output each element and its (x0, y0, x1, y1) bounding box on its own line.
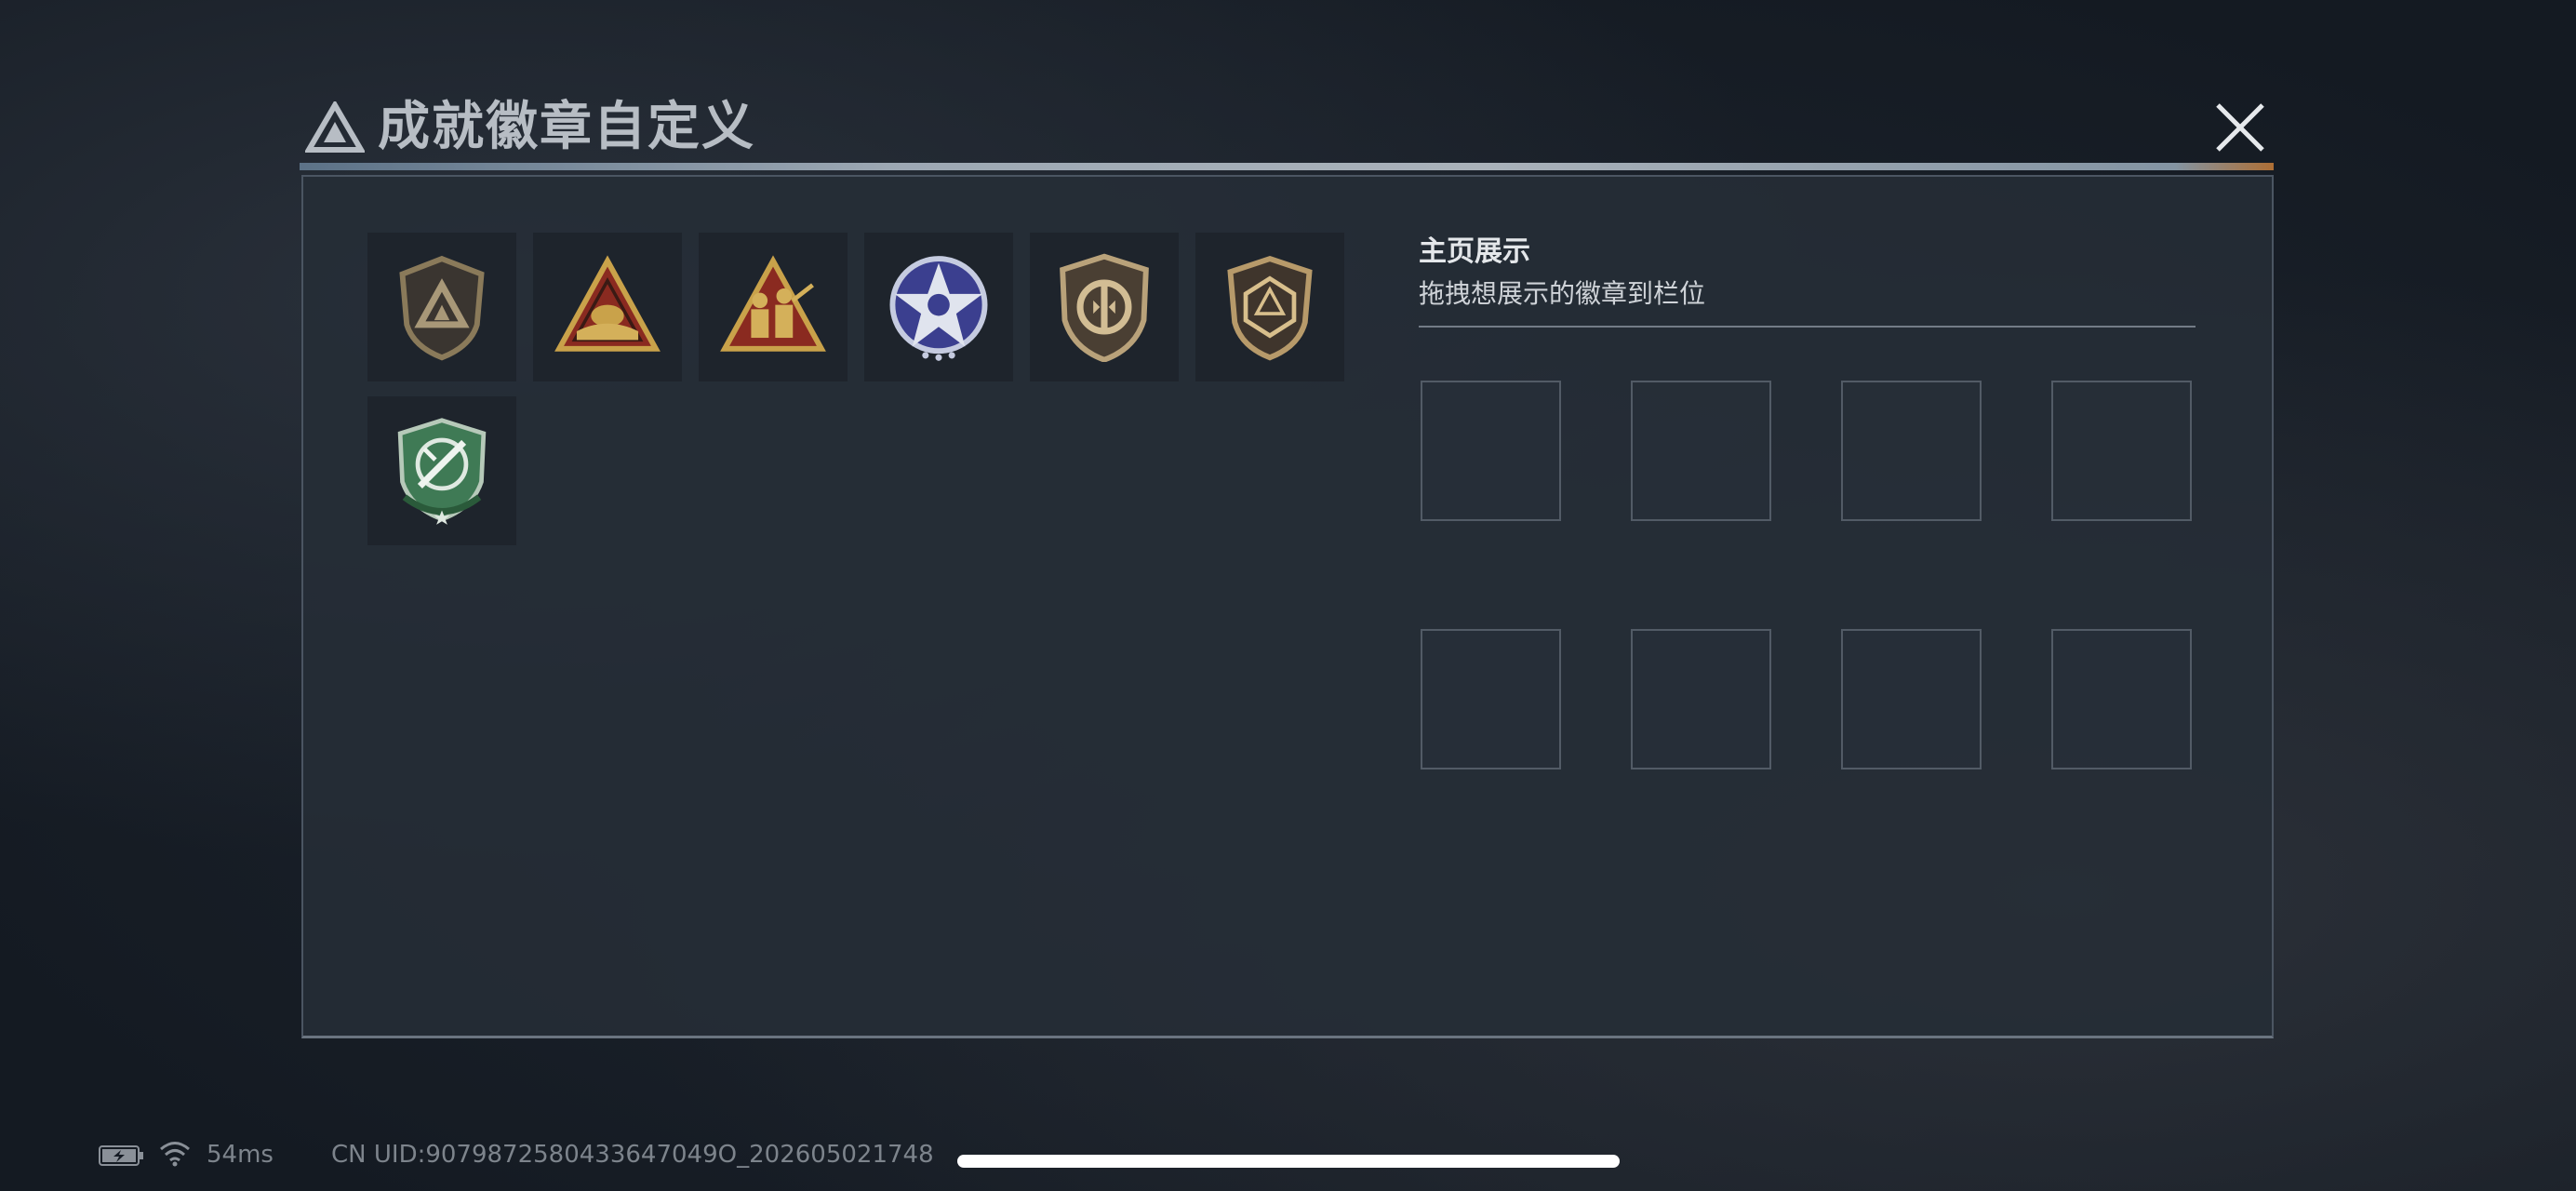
user-uid: CN UID:9079872580433647049О_202605021748 (331, 1141, 934, 1169)
badge-slot-5[interactable] (1030, 233, 1179, 381)
badge-slot-1[interactable] (367, 233, 516, 381)
game-screen: 成就徽章自定义 主页展示 拖拽想展示的徽章到栏位 54ms CN UID:907… (0, 0, 2576, 1191)
badge-slot-2[interactable] (533, 233, 682, 381)
display-slot-1[interactable] (1421, 381, 1561, 521)
triangle-emblem-icon (305, 101, 365, 153)
home-indicator[interactable] (957, 1155, 1620, 1168)
display-slot-6[interactable] (1631, 629, 1771, 769)
triangle-hat-badge-icon (554, 255, 661, 352)
wifi-icon (160, 1142, 190, 1167)
dialog-header: 成就徽章自定义 (300, 88, 2274, 170)
star-eagle-badge-icon (889, 256, 988, 361)
display-slot-2[interactable] (1631, 381, 1771, 521)
triangle-soldiers-badge-icon (720, 255, 826, 352)
badge-slot-7[interactable] (367, 396, 516, 545)
display-slot-8[interactable] (2051, 629, 2192, 769)
shield-triangle-badge-icon (399, 255, 485, 361)
battery-charging-icon (99, 1145, 143, 1166)
display-slot-7[interactable] (1841, 629, 1982, 769)
green-knife-badge-icon (397, 418, 487, 525)
badge-slot-4[interactable] (864, 233, 1013, 381)
header-divider (300, 163, 2274, 170)
close-icon (2216, 103, 2264, 152)
dialog-title: 成就徽章自定义 (378, 97, 755, 157)
display-slot-3[interactable] (1841, 381, 1982, 521)
badge-slot-6[interactable] (1195, 233, 1344, 381)
display-section-subtitle: 拖拽想展示的徽章到栏位 (1419, 278, 1706, 309)
ping-readout: 54ms (207, 1141, 274, 1169)
shield-circle-badge-icon (1060, 253, 1149, 362)
badge-slot-3[interactable] (699, 233, 848, 381)
display-divider (1419, 326, 2196, 328)
status-bar: 54ms CN UID:9079872580433647049О_2026050… (93, 1135, 1023, 1172)
display-section-title: 主页展示 (1419, 235, 1530, 268)
close-button[interactable] (2207, 94, 2274, 161)
shield-dice-badge-icon (1227, 255, 1313, 361)
display-slot-5[interactable] (1421, 629, 1561, 769)
display-slot-4[interactable] (2051, 381, 2192, 521)
